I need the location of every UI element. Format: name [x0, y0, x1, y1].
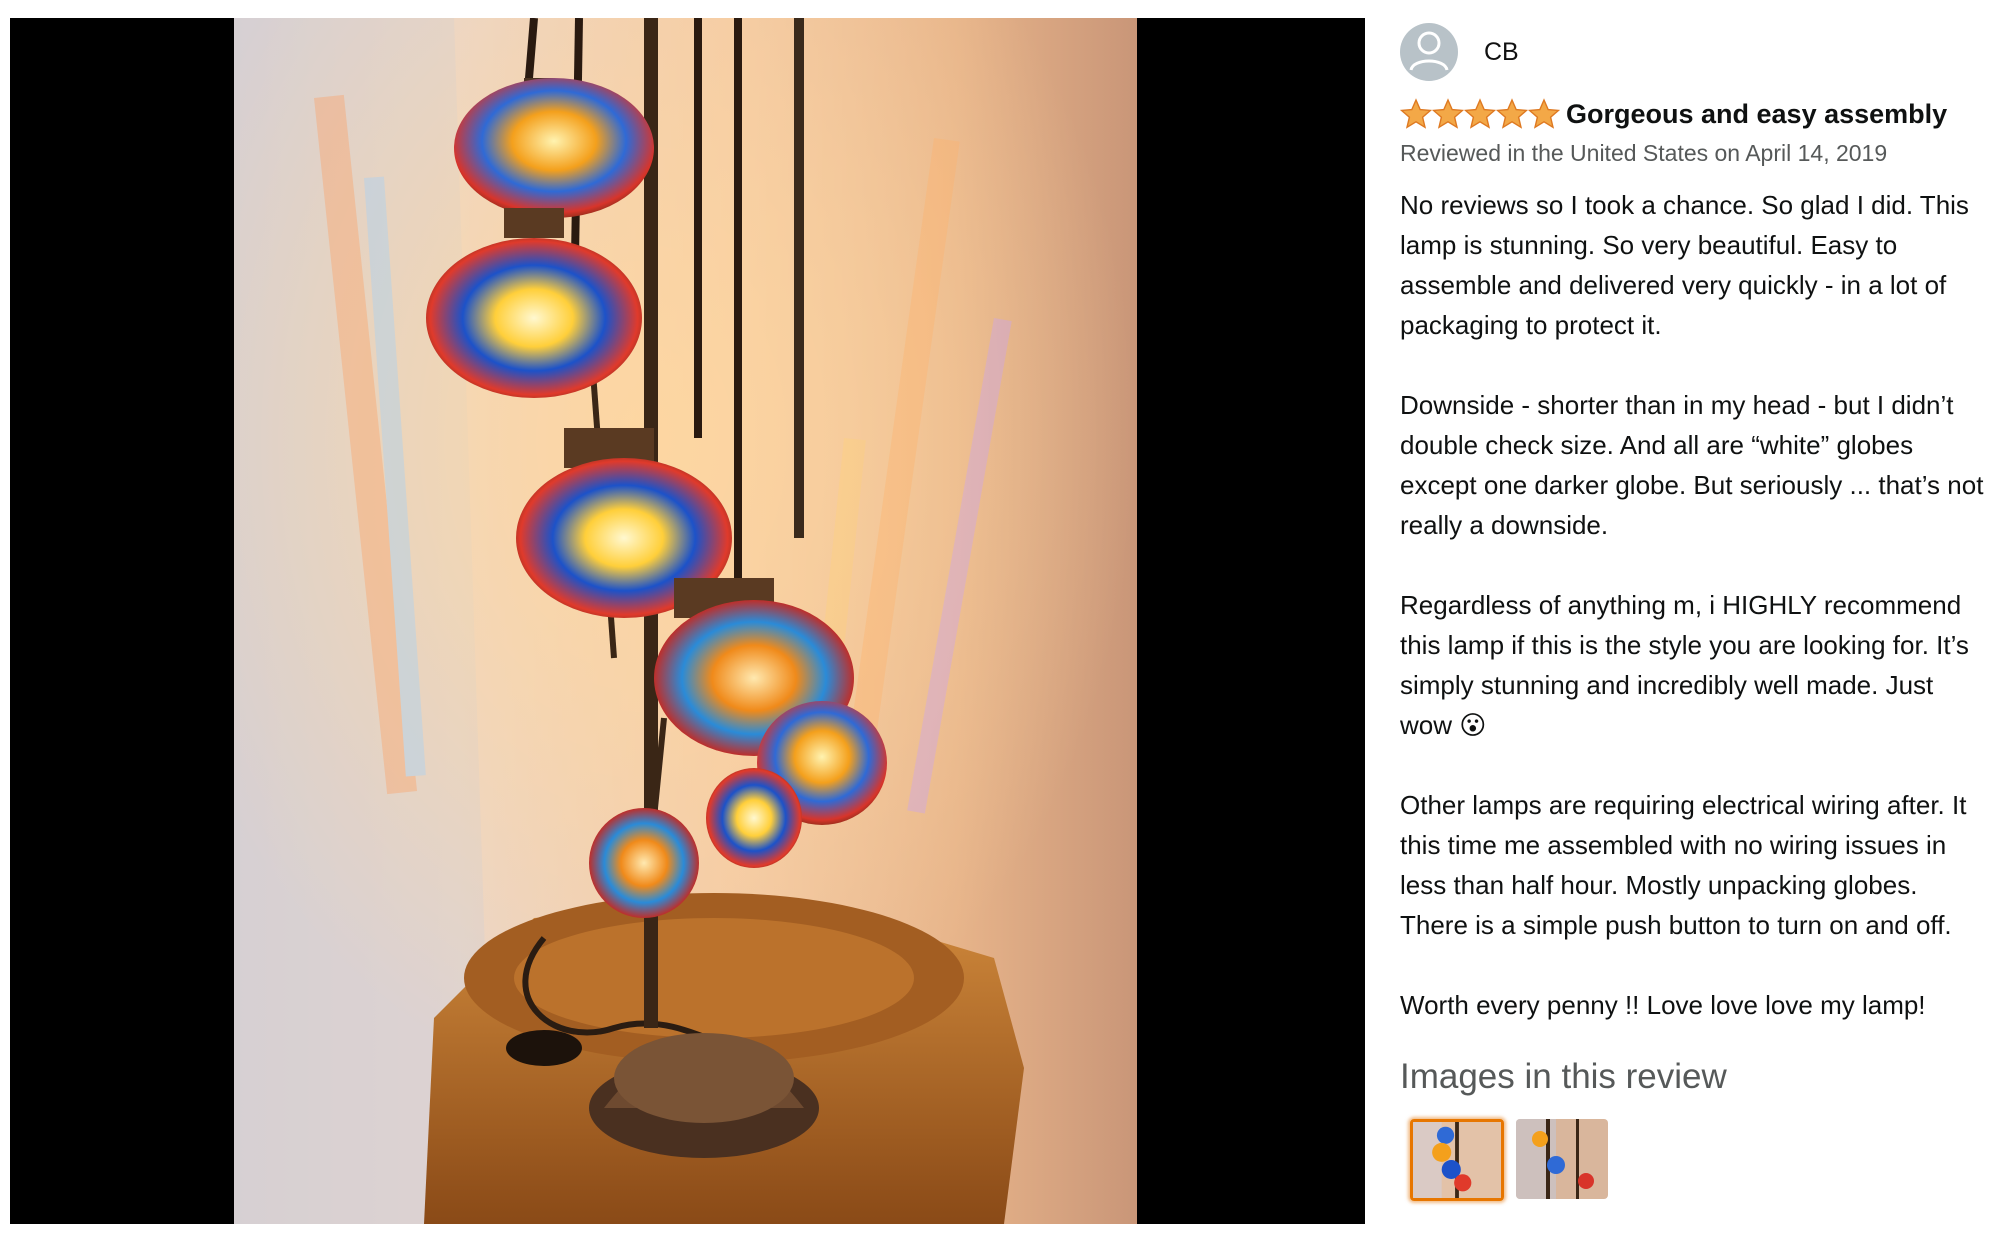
star-icon: [1432, 98, 1464, 129]
images-heading: Images in this review: [1400, 1057, 1727, 1096]
review-paragraph: Downside - shorter than in my head - but…: [1400, 390, 1984, 540]
user-silhouette-icon: [1409, 31, 1449, 71]
review-thumbnail-2[interactable]: [1516, 1119, 1608, 1199]
star-icon: [1464, 98, 1496, 129]
review-title[interactable]: Gorgeous and easy assembly: [1566, 99, 1947, 130]
reviewer-name[interactable]: CB: [1484, 38, 1519, 67]
thumbnail-image: [1413, 1122, 1501, 1198]
review-paragraph: Other lamps are requiring electrical wir…: [1400, 790, 1967, 940]
globe: [454, 78, 654, 218]
review-header: Gorgeous and easy assembly: [1400, 94, 1990, 134]
review-panel: CB Gorgeous and easy assembly Reviewed i…: [1400, 20, 1990, 1201]
review-body: No reviews so I took a chance. So glad I…: [1400, 185, 1988, 1025]
review-thumbnails: [1410, 1119, 1990, 1201]
star-icon: [1528, 98, 1560, 129]
star-icon: [1496, 98, 1528, 129]
review-date: Reviewed in the United States on April 1…: [1400, 140, 1888, 166]
thumbnail-image: [1516, 1119, 1608, 1199]
review-photo: [234, 18, 1137, 1224]
avatar[interactable]: [1400, 23, 1458, 81]
star-icon: [1400, 98, 1432, 129]
image-viewer: [10, 18, 1365, 1224]
review-paragraph: Regardless of anything m, i HIGHLY recom…: [1400, 590, 1969, 740]
review-paragraph: Worth every penny !! Love love love my l…: [1400, 990, 1926, 1020]
reviewer-profile[interactable]: CB: [1400, 20, 1990, 84]
star-rating[interactable]: [1400, 98, 1560, 130]
review-paragraph: No reviews so I took a chance. So glad I…: [1400, 190, 1969, 340]
review-thumbnail-1[interactable]: [1410, 1119, 1504, 1201]
